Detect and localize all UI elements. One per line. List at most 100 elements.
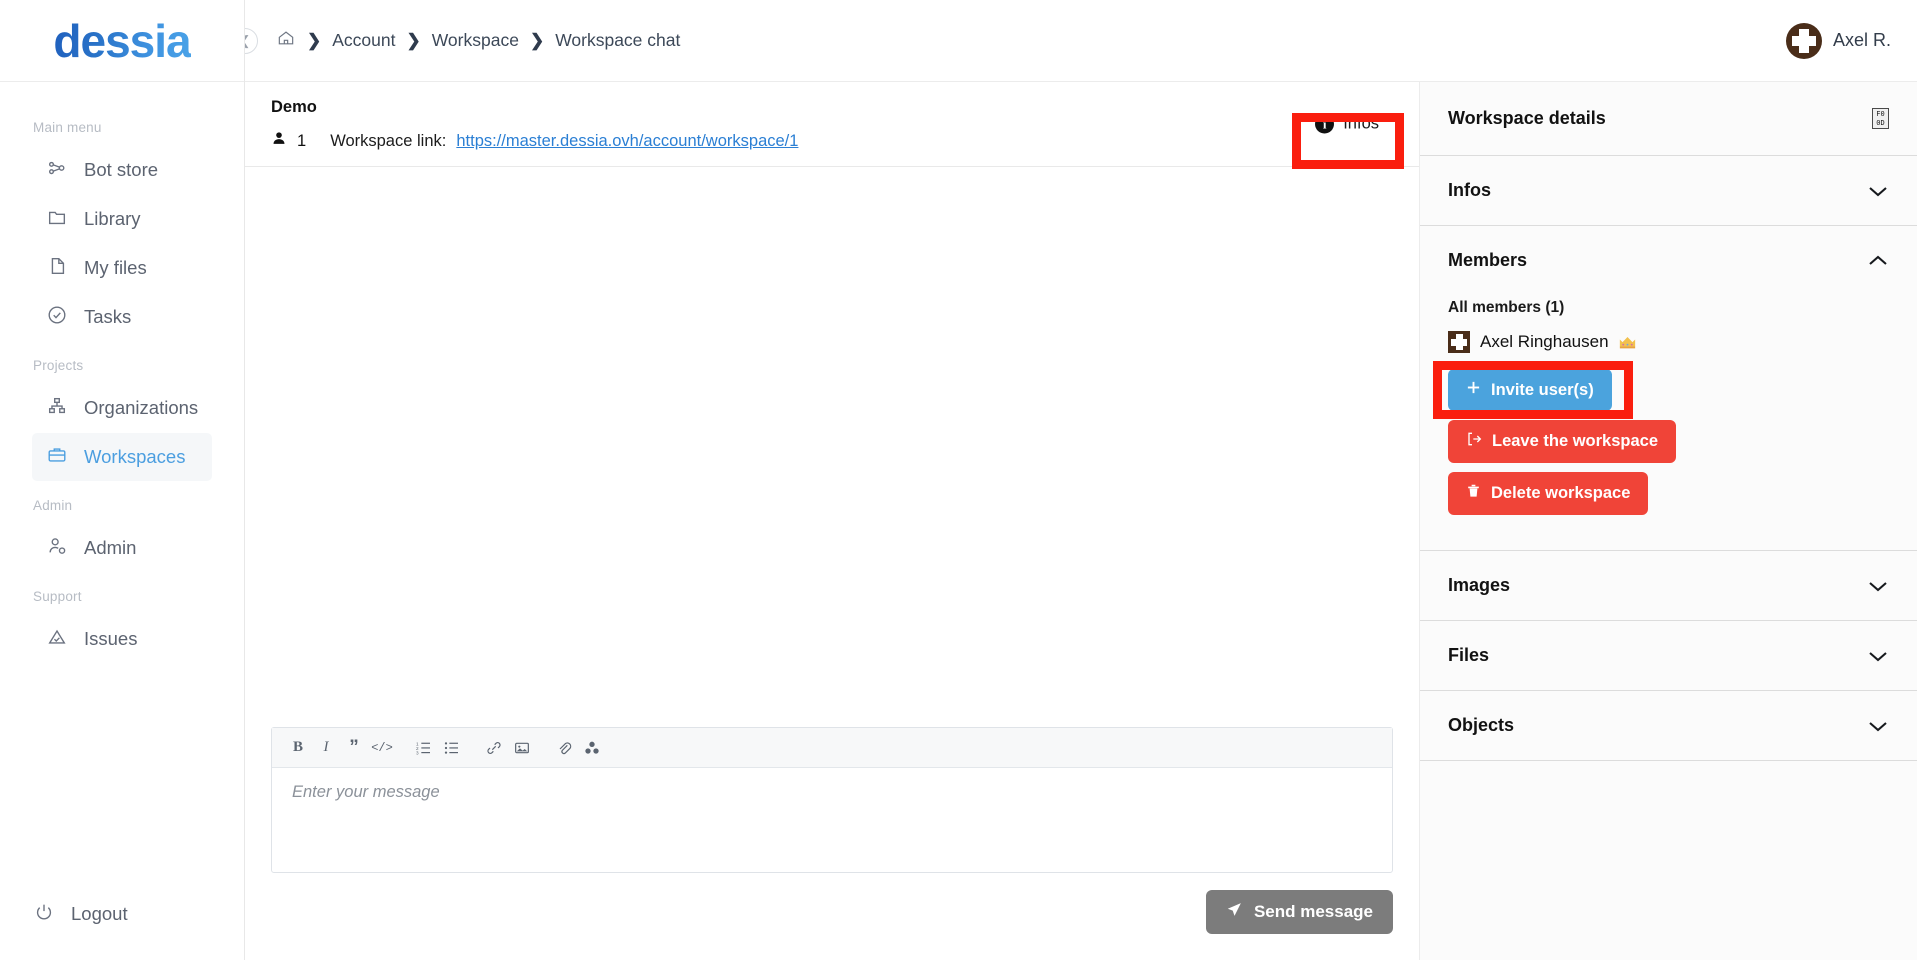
- member-name: Axel Ringhausen: [1480, 332, 1609, 351]
- sidebar-item-bot-store[interactable]: Bot store: [32, 146, 212, 194]
- breadcrumb-separator: ❯: [406, 30, 421, 50]
- brand-logo[interactable]: dessia: [0, 0, 244, 82]
- breadcrumb: ❯ Account ❯ Workspace ❯ Workspace chat: [276, 28, 680, 53]
- sidebar-item-label: Admin: [84, 537, 137, 558]
- bot-store-icon: [46, 157, 68, 184]
- details-section-files-header[interactable]: Files: [1420, 621, 1917, 690]
- editor-toolbar: B I ” </> 123: [272, 728, 1392, 768]
- send-message-label: Send message: [1253, 902, 1373, 921]
- section-title: Members: [1448, 250, 1528, 270]
- breadcrumb-home-icon[interactable]: [276, 28, 296, 53]
- content-area: Demo 1 Workspace link: https://master.de…: [245, 82, 1917, 960]
- message-composer: B I ” </> 123 Enter your message Send me…: [245, 727, 1419, 960]
- workspace-meta: 1 Workspace link: https://master.dessia.…: [271, 130, 1393, 152]
- brand-logo-text: dessia: [53, 14, 191, 67]
- details-section-members-header[interactable]: Members: [1420, 226, 1917, 295]
- sidebar-item-organizations[interactable]: Organizations: [32, 384, 212, 432]
- breadcrumb-separator: ❯: [529, 30, 545, 50]
- infos-button-label: Infos: [1343, 114, 1379, 133]
- members-body: All members (1) Axel Ringhausen Invite u…: [1420, 299, 1917, 550]
- avatar: [1448, 331, 1470, 353]
- code-icon[interactable]: </>: [368, 733, 396, 763]
- member-count: 1: [297, 131, 307, 150]
- leave-workspace-label: Leave the workspace: [1492, 432, 1658, 450]
- breadcrumb-item-workspace[interactable]: Workspace: [432, 30, 519, 51]
- bold-icon[interactable]: B: [284, 733, 312, 763]
- plus-icon: [1466, 380, 1481, 400]
- user-name-label: Axel R.: [1832, 30, 1891, 50]
- bullet-list-icon[interactable]: [438, 733, 466, 763]
- user-menu[interactable]: Axel R.: [1785, 22, 1891, 59]
- sidebar-item-issues[interactable]: Issues: [32, 615, 212, 663]
- editor-box: B I ” </> 123 Enter your message: [271, 727, 1393, 873]
- person-icon: [271, 130, 287, 152]
- breadcrumb-item-account[interactable]: Account: [332, 30, 395, 51]
- sidebar-item-label: Tasks: [84, 306, 132, 327]
- delete-workspace-button[interactable]: Delete workspace: [1448, 472, 1649, 515]
- sidebar-item-tasks[interactable]: Tasks: [32, 293, 212, 341]
- details-section-members: Members All members (1) Axel Ringhausen: [1420, 226, 1917, 551]
- chevron-up-icon: [1867, 254, 1889, 268]
- chat-messages-area: [245, 167, 1419, 727]
- infos-button[interactable]: i Infos: [1303, 107, 1391, 141]
- chevron-down-icon: [1867, 579, 1889, 593]
- sidebar-item-label: Workspaces: [84, 446, 186, 467]
- chevron-down-icon: [1867, 649, 1889, 663]
- breadcrumb-separator: ❯: [307, 30, 322, 50]
- sidebar-nav: Main menu Bot store Library My files Tas…: [0, 82, 244, 890]
- italic-icon[interactable]: I: [312, 733, 340, 763]
- close-icon[interactable]: F0 0D: [1872, 108, 1889, 129]
- details-section-images-header[interactable]: Images: [1420, 551, 1917, 620]
- details-title: Workspace details: [1448, 108, 1606, 128]
- app-root: dessia Main menu Bot store Library My fi…: [0, 0, 1917, 960]
- attachment-icon[interactable]: [550, 733, 578, 763]
- sidebar-item-admin[interactable]: Admin: [32, 524, 212, 572]
- trash-icon: [1466, 483, 1481, 504]
- link-icon[interactable]: [480, 733, 508, 763]
- send-message-button[interactable]: Send message: [1205, 890, 1393, 934]
- folder-icon: [46, 206, 68, 233]
- quote-icon[interactable]: ”: [340, 733, 368, 763]
- details-section-objects-header[interactable]: Objects: [1420, 691, 1917, 760]
- section-title: Images: [1448, 575, 1511, 595]
- section-title: Objects: [1448, 715, 1515, 735]
- object-icon[interactable]: [578, 733, 606, 763]
- details-header: Workspace details F0 0D: [1420, 82, 1917, 156]
- details-section-files: Files: [1420, 621, 1917, 691]
- user-gear-icon: [46, 535, 68, 562]
- org-tree-icon: [46, 395, 68, 422]
- details-section-infos: Infos: [1420, 156, 1917, 226]
- all-members-label: All members (1): [1448, 299, 1565, 316]
- sidebar-item-library[interactable]: Library: [32, 195, 212, 243]
- logout-button[interactable]: Logout: [0, 890, 244, 938]
- sidebar-item-label: Bot store: [84, 159, 159, 180]
- image-icon[interactable]: [508, 733, 536, 763]
- details-section-objects: Objects: [1420, 691, 1917, 761]
- check-circle-icon: [46, 304, 68, 331]
- workspace-link[interactable]: https://master.dessia.ovh/account/worksp…: [456, 132, 798, 151]
- ordered-list-icon[interactable]: 123: [410, 733, 438, 763]
- sidebar-item-label: My files: [84, 257, 147, 278]
- workspace-details-panel: Workspace details F0 0D Infos Members Al…: [1420, 82, 1917, 960]
- file-icon: [46, 255, 68, 282]
- sidebar-item-label: Organizations: [84, 397, 199, 418]
- sidebar-item-my-files[interactable]: My files: [32, 244, 212, 292]
- sidebar-item-label: Issues: [84, 628, 138, 649]
- crown-icon: [1619, 336, 1636, 349]
- workspace-chat-panel: Demo 1 Workspace link: https://master.de…: [245, 82, 1420, 960]
- breadcrumb-item-workspace-chat[interactable]: Workspace chat: [555, 30, 680, 51]
- composer-actions: Send message: [271, 890, 1393, 934]
- sidebar-group-support: Support: [33, 589, 82, 604]
- delete-workspace-label: Delete workspace: [1491, 484, 1631, 502]
- invite-users-button[interactable]: Invite user(s): [1448, 369, 1612, 411]
- leave-workspace-button[interactable]: Leave the workspace: [1448, 420, 1676, 463]
- invite-users-label: Invite user(s): [1491, 380, 1594, 399]
- sidebar-item-workspaces[interactable]: Workspaces: [32, 433, 212, 481]
- list-item[interactable]: Axel Ringhausen: [1448, 331, 1889, 353]
- details-section-infos-header[interactable]: Infos: [1420, 156, 1917, 225]
- svg-text:3: 3: [416, 750, 419, 755]
- workspace-header: Demo 1 Workspace link: https://master.de…: [245, 82, 1419, 167]
- member-actions: Invite user(s) Leave the workspace Delet…: [1448, 369, 1889, 524]
- sidebar-group-admin: Admin: [33, 498, 73, 513]
- message-input[interactable]: Enter your message: [272, 768, 1392, 872]
